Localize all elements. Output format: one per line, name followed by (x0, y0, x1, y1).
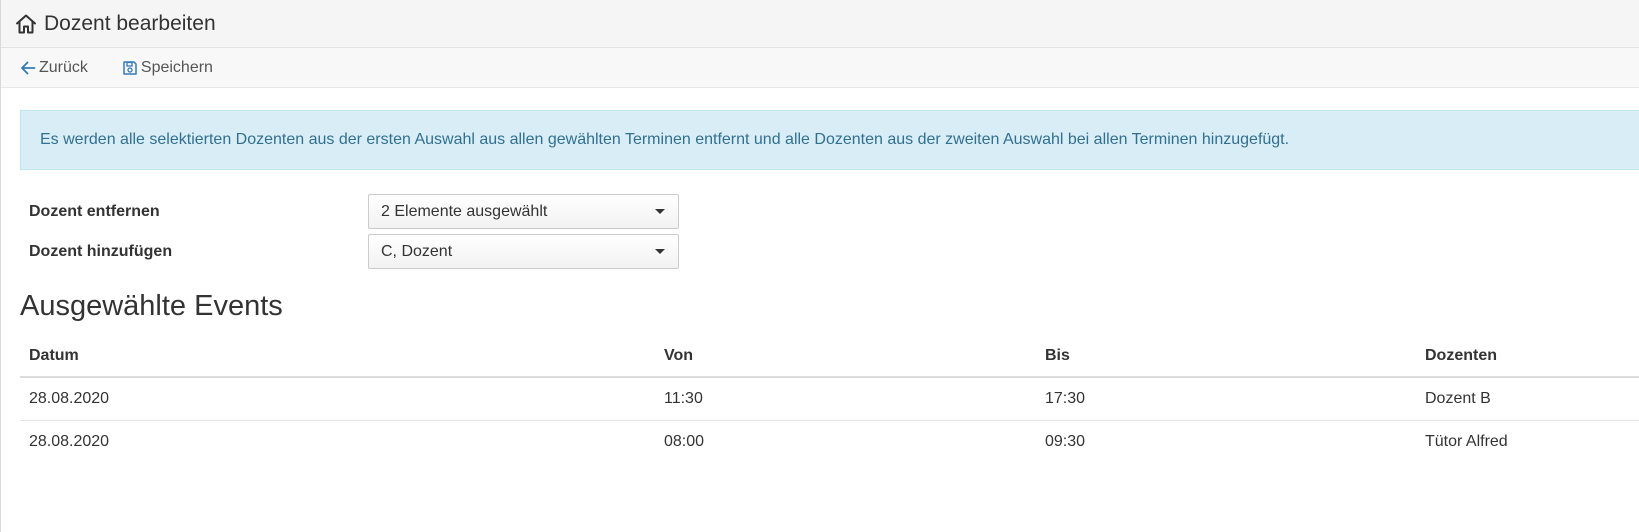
column-header-von[interactable]: Von (655, 336, 1036, 378)
save-button-label: Speichern (140, 58, 213, 76)
add-lecturer-label: Dozent hinzufügen (29, 242, 173, 260)
remove-lecturer-select[interactable]: 2 Elemente ausgewählt (368, 194, 679, 229)
cell-von: 08:00 (664, 432, 705, 450)
caret-down-icon (655, 249, 665, 254)
column-header-bis[interactable]: Bis (1036, 336, 1416, 378)
toolbar: Zurück Speichern (1, 48, 1639, 88)
app-window: Dozent bearbeiten Zurück Speichern Es we… (0, 0, 1639, 532)
section-title: Ausgewählte Events (20, 290, 283, 322)
column-header-datum[interactable]: Datum (20, 336, 655, 378)
add-lecturer-value: C, Dozent (381, 242, 453, 260)
home-icon[interactable] (14, 12, 38, 36)
info-alert: Es werden alle selektierten Dozenten aus… (20, 110, 1639, 170)
remove-lecturer-value: 2 Elemente ausgewählt (381, 202, 548, 220)
back-button-label: Zurück (39, 58, 88, 76)
cell-datum: 28.08.2020 (29, 432, 110, 450)
back-button[interactable]: Zurück (20, 59, 88, 77)
cell-dozenten: Tütor Alfred (1425, 432, 1508, 450)
table-row[interactable]: 28.08.2020 11:30 17:30 Dozent B (20, 377, 1639, 421)
cell-bis: 09:30 (1045, 432, 1086, 450)
column-header-dozenten[interactable]: Dozenten (1416, 336, 1639, 378)
table-row[interactable]: 28.08.2020 08:00 09:30 Tütor Alfred (20, 420, 1639, 463)
cell-datum: 28.08.2020 (20, 377, 655, 421)
save-button[interactable]: Speichern (122, 59, 213, 77)
table-header-row: Datum Von Bis Dozenten (20, 336, 1639, 378)
cell-bis: 17:30 (1036, 377, 1416, 421)
info-alert-text: Es werden alle selektierten Dozenten aus… (40, 131, 1290, 148)
cell-von: 11:30 (655, 377, 1036, 421)
floppy-disk-icon (122, 60, 138, 76)
remove-lecturer-row: Dozent entfernen 2 Elemente ausgewählt (29, 194, 679, 229)
add-lecturer-row: Dozent hinzufügen C, Dozent (29, 234, 679, 269)
title-bar: Dozent bearbeiten (1, 0, 1639, 48)
caret-down-icon (655, 209, 665, 214)
cell-dozenten: Dozent B (1416, 377, 1639, 421)
page-title: Dozent bearbeiten (44, 11, 216, 35)
arrow-left-icon (20, 60, 36, 76)
remove-lecturer-label: Dozent entfernen (29, 202, 160, 220)
add-lecturer-select[interactable]: C, Dozent (368, 234, 679, 269)
events-table: Datum Von Bis Dozenten 28.08.2020 11:30 … (20, 336, 1639, 463)
